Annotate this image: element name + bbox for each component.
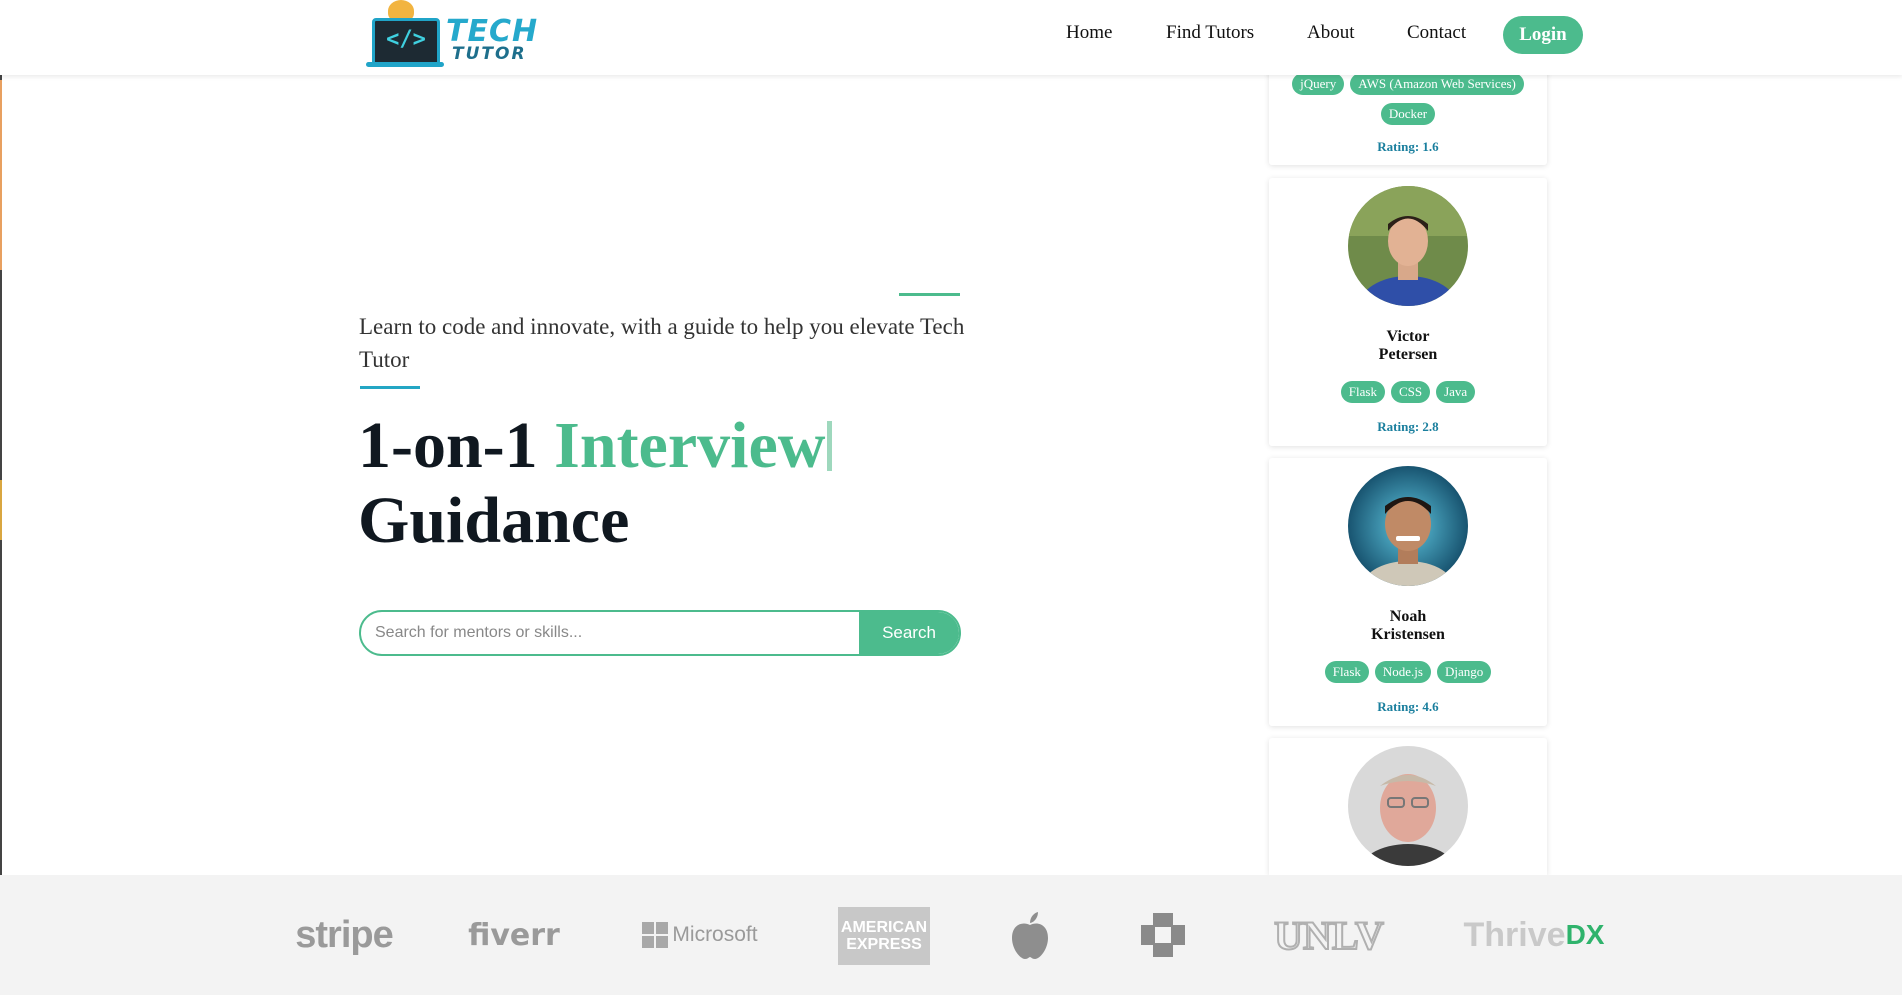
skill-tags: Flask CSS Java xyxy=(1269,381,1547,403)
avatar xyxy=(1348,746,1468,866)
skill-tag: AWS (Amazon Web Services) xyxy=(1350,73,1524,95)
hero-headline: 1-on-1 Interview Guidance xyxy=(358,408,833,558)
skill-tags: Flask Node.js Django xyxy=(1269,661,1547,683)
tutor-card[interactable]: Noah Kristensen Flask Node.js Django Ratin… xyxy=(1269,458,1547,726)
tutor-rating: Rating: 2.8 xyxy=(1377,419,1439,434)
page-left-edge xyxy=(0,0,2,896)
skill-tag: jQuery xyxy=(1292,73,1345,95)
apple-logo xyxy=(1005,905,1055,965)
unlv-logo: UNLV xyxy=(1273,912,1385,959)
tutor-rating: Rating: 4.6 xyxy=(1377,699,1439,714)
nav-home[interactable]: Home xyxy=(1066,22,1112,44)
tutor-rating: Rating: 1.6 xyxy=(1377,139,1439,154)
skill-tag: CSS xyxy=(1390,381,1431,403)
chase-logo xyxy=(1138,905,1188,965)
headline-suffix: Guidance xyxy=(358,484,630,557)
headline-typed-word: Interview xyxy=(554,409,826,482)
nav-contact[interactable]: Contact xyxy=(1407,22,1466,44)
login-button[interactable]: Login xyxy=(1503,16,1583,54)
microsoft-logo: Microsoft xyxy=(640,905,760,965)
decorative-underline xyxy=(360,386,420,389)
skill-tags: Docker xyxy=(1269,103,1547,125)
skill-tag: Node.js xyxy=(1374,661,1431,683)
apple-icon xyxy=(1012,912,1048,959)
tutor-last-name: Kristensen xyxy=(1371,626,1445,643)
avatar xyxy=(1348,186,1468,306)
avatar xyxy=(1348,466,1468,586)
navbar: </> TECH TUTOR Home Find Tutors About Co… xyxy=(0,0,1902,75)
fiverr-logo: fiverr xyxy=(468,917,560,953)
skill-tag: Docker xyxy=(1380,103,1436,125)
partner-logos: stripe fiverr Microsoft AMERICAN EXPRESS … xyxy=(0,875,1902,995)
search-button[interactable]: Search xyxy=(859,612,959,654)
skill-tags: jQuery AWS (Amazon Web Services) xyxy=(1269,73,1547,95)
laptop-icon: </> xyxy=(372,18,440,66)
logo-text-tutor: TUTOR xyxy=(452,44,527,64)
skill-tag: Flask xyxy=(1340,381,1385,403)
headline-prefix: 1-on-1 xyxy=(358,409,538,482)
tutor-card[interactable]: Victor Petersen Flask CSS Java Rating: 2.8 xyxy=(1269,178,1547,446)
search-input[interactable] xyxy=(361,612,875,654)
tech-tutor-logo[interactable]: </> TECH TUTOR xyxy=(366,0,537,70)
skill-tag: Django xyxy=(1436,661,1492,683)
nav-about[interactable]: About xyxy=(1307,22,1355,44)
nav-find-tutors[interactable]: Find Tutors xyxy=(1166,22,1254,44)
hero-subtitle: Learn to code and innovate, with a guide… xyxy=(359,314,965,372)
skill-tag: Java xyxy=(1436,381,1476,403)
thrivedx-logo: Thrive DX xyxy=(1463,915,1605,954)
tutor-first-name: Victor xyxy=(1386,328,1430,345)
tutor-last-name: Petersen xyxy=(1378,346,1438,363)
stripe-logo: stripe xyxy=(295,913,393,956)
chase-octagon-icon xyxy=(1141,913,1185,957)
decorative-line xyxy=(899,293,960,296)
search-bar: Search xyxy=(359,610,961,656)
amex-logo: AMERICAN EXPRESS xyxy=(838,907,930,965)
tutor-first-name: Noah xyxy=(1389,608,1427,625)
skill-tag: Flask xyxy=(1324,661,1369,683)
typing-cursor xyxy=(827,421,833,471)
microsoft-squares-icon xyxy=(642,922,669,948)
tutor-card[interactable] xyxy=(1269,738,1547,875)
